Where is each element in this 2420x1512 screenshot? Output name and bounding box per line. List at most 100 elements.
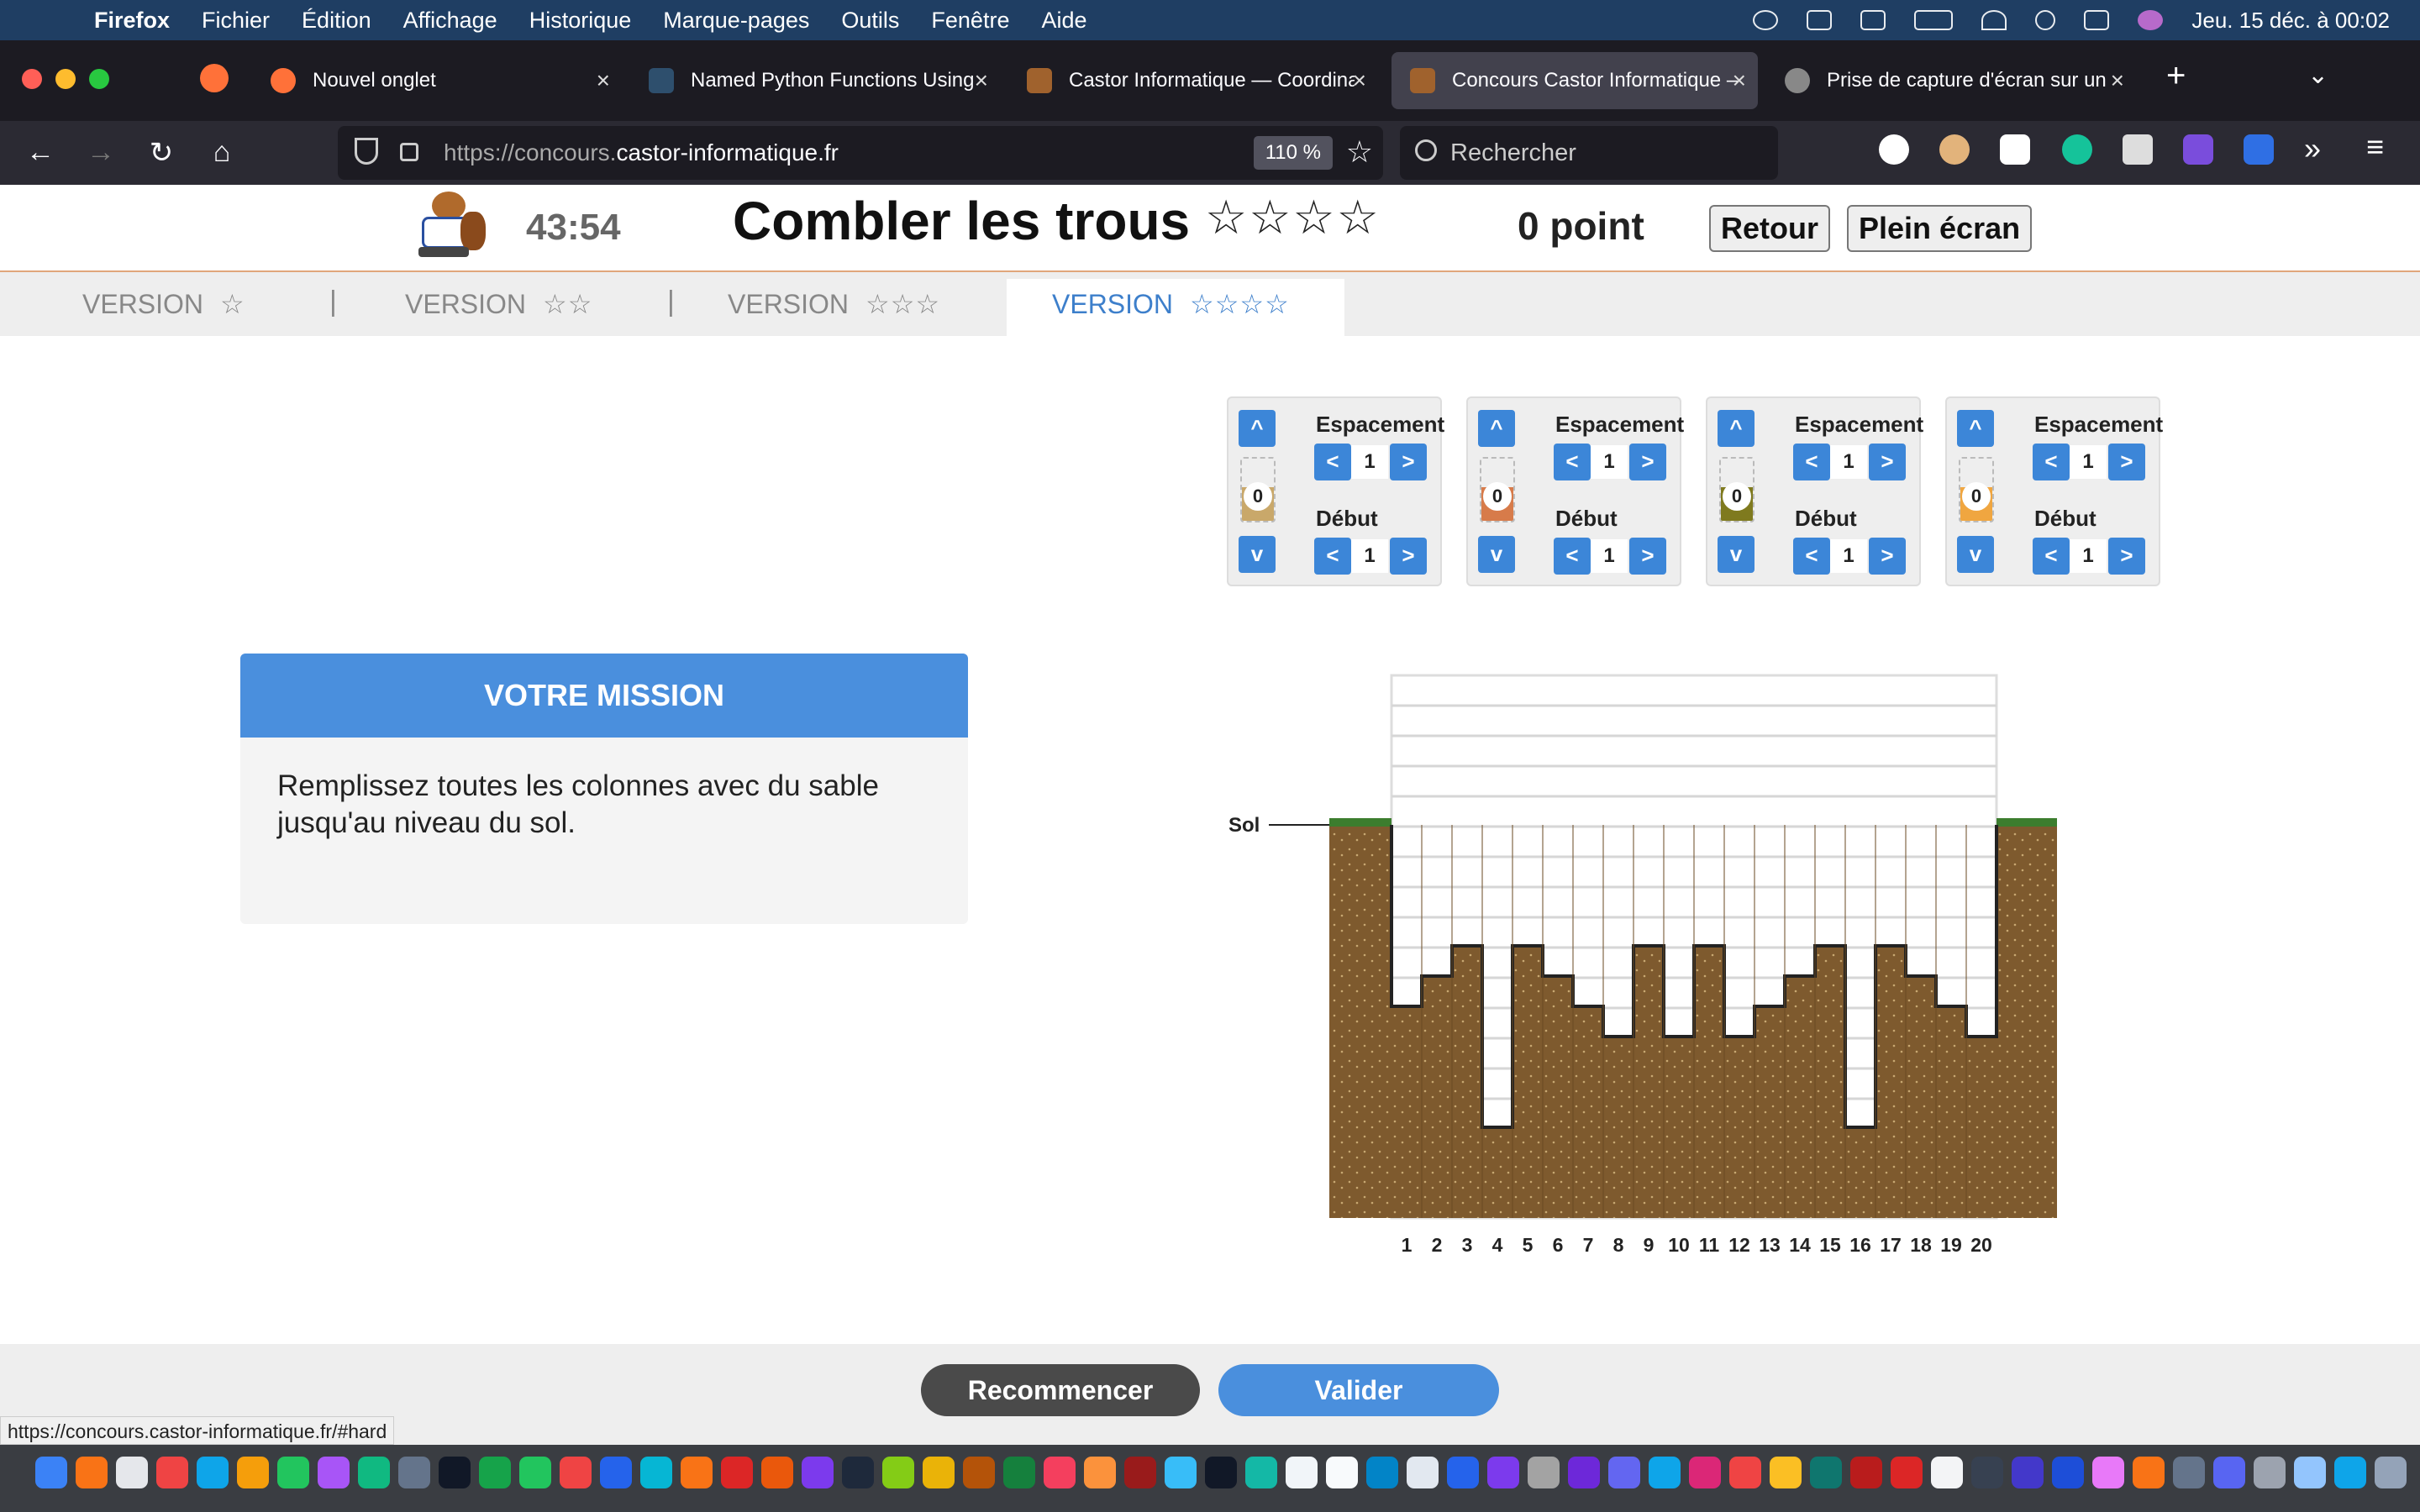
spacing-decrease-button[interactable]: <: [1314, 444, 1351, 480]
translate-extension-icon[interactable]: [2123, 134, 2153, 165]
dock-app-icon[interactable]: [1971, 1457, 2003, 1488]
close-tab-icon[interactable]: ×: [2111, 67, 2124, 94]
spacing-increase-button[interactable]: >: [1869, 444, 1906, 480]
start-decrease-button[interactable]: <: [2033, 538, 2070, 575]
dock-app-icon[interactable]: [2133, 1457, 2165, 1488]
dock-app-icon[interactable]: [156, 1457, 188, 1488]
spacing-increase-button[interactable]: >: [1390, 444, 1427, 480]
spacing-decrease-button[interactable]: <: [1793, 444, 1830, 480]
dock-app-icon[interactable]: [2012, 1457, 2044, 1488]
zoom-window-icon[interactable]: [89, 69, 109, 89]
dock-app-icon[interactable]: [2254, 1457, 2286, 1488]
close-tab-icon[interactable]: ×: [975, 67, 988, 94]
menu-outils[interactable]: Outils: [841, 8, 899, 34]
tab-version-2[interactable]: VERSION ☆☆: [405, 279, 592, 336]
dock-app-icon[interactable]: [2173, 1457, 2205, 1488]
bluetooth-icon[interactable]: [1860, 10, 1886, 30]
shield-icon[interactable]: [355, 138, 378, 165]
dock-app-icon[interactable]: [479, 1457, 511, 1488]
dock-app-icon[interactable]: [439, 1457, 471, 1488]
dock-app-icon[interactable]: [1003, 1457, 1035, 1488]
dock-app-icon[interactable]: [1124, 1457, 1156, 1488]
tab-named-python[interactable]: Named Python Functions Using ×: [630, 52, 1000, 109]
dock-app-icon[interactable]: [1245, 1457, 1277, 1488]
validate-button[interactable]: Valider: [1218, 1364, 1499, 1416]
dock-app-icon[interactable]: [1044, 1457, 1076, 1488]
zoom-level[interactable]: 110 %: [1253, 136, 1333, 170]
dock-app-icon[interactable]: [2375, 1457, 2407, 1488]
menu-marque-pages[interactable]: Marque-pages: [663, 8, 809, 34]
tab-capture-ecran[interactable]: Prise de capture d'écran sur un ×: [1766, 52, 2136, 109]
dock-app-icon[interactable]: [1689, 1457, 1721, 1488]
hamburger-menu-icon[interactable]: ≡: [2366, 129, 2384, 165]
close-tab-icon[interactable]: ×: [1733, 67, 1746, 94]
lock-icon[interactable]: [400, 143, 418, 161]
lower-dumper-button[interactable]: v: [1957, 536, 1994, 573]
start-decrease-button[interactable]: <: [1793, 538, 1830, 575]
pocket-icon[interactable]: [2000, 134, 2030, 165]
start-decrease-button[interactable]: <: [1554, 538, 1591, 575]
dock-app-icon[interactable]: [116, 1457, 148, 1488]
back-arrow-icon[interactable]: ←: [24, 136, 57, 169]
close-tab-icon[interactable]: ×: [1353, 67, 1366, 94]
dock-app-icon[interactable]: [1649, 1457, 1681, 1488]
menu-fenetre[interactable]: Fenêtre: [931, 8, 1009, 34]
dock-app-icon[interactable]: [197, 1457, 229, 1488]
list-tabs-chevron-icon[interactable]: ⌄: [2307, 60, 2328, 90]
lower-dumper-button[interactable]: v: [1718, 536, 1754, 573]
p-extension-icon[interactable]: [1879, 134, 1909, 165]
dock-app-icon[interactable]: [519, 1457, 551, 1488]
restart-button[interactable]: Recommencer: [921, 1364, 1200, 1416]
close-tab-icon[interactable]: ×: [597, 67, 610, 94]
dock-app-icon[interactable]: [237, 1457, 269, 1488]
start-increase-button[interactable]: >: [1390, 538, 1427, 575]
start-increase-button[interactable]: >: [2108, 538, 2145, 575]
lower-dumper-button[interactable]: v: [1478, 536, 1515, 573]
dock-app-icon[interactable]: [1528, 1457, 1560, 1488]
dock-app-icon[interactable]: [1770, 1457, 1802, 1488]
q-extension-icon[interactable]: [2244, 134, 2274, 165]
raise-dumper-button[interactable]: ^: [1239, 410, 1276, 447]
tab-concours-castor[interactable]: Concours Castor Informatique — ×: [1392, 52, 1758, 109]
dock-app-icon[interactable]: [2334, 1457, 2366, 1488]
close-window-icon[interactable]: [22, 69, 42, 89]
bookmark-star-icon[interactable]: ☆: [1346, 134, 1373, 170]
back-button[interactable]: Retour: [1709, 205, 1830, 252]
dock-app-icon[interactable]: [2213, 1457, 2245, 1488]
spotlight-icon[interactable]: [2035, 10, 2056, 30]
tab-version-3[interactable]: VERSION ☆☆☆: [728, 279, 940, 336]
dock-app-icon[interactable]: [1447, 1457, 1479, 1488]
mute-icon[interactable]: [1807, 10, 1833, 30]
dock-app-icon[interactable]: [398, 1457, 430, 1488]
grammarly-icon[interactable]: [2062, 134, 2092, 165]
url-bar[interactable]: https://concours.castor-informatique.fr …: [338, 126, 1383, 180]
raise-dumper-button[interactable]: ^: [1957, 410, 1994, 447]
dock-app-icon[interactable]: [1205, 1457, 1237, 1488]
dock-app-icon[interactable]: [1810, 1457, 1842, 1488]
dock-app-icon[interactable]: [2294, 1457, 2326, 1488]
firefox-view-icon[interactable]: [200, 64, 229, 92]
dock-app-icon[interactable]: [1608, 1457, 1640, 1488]
menu-edition[interactable]: Édition: [302, 8, 371, 34]
avatar-extension-icon[interactable]: [1939, 134, 1970, 165]
menu-aide[interactable]: Aide: [1041, 8, 1086, 34]
dock-app-icon[interactable]: [1487, 1457, 1519, 1488]
dock-app-icon[interactable]: [640, 1457, 672, 1488]
start-increase-button[interactable]: >: [1869, 538, 1906, 575]
dock-app-icon[interactable]: [1165, 1457, 1197, 1488]
reload-icon[interactable]: ↻: [145, 136, 178, 170]
minimize-window-icon[interactable]: [55, 69, 76, 89]
dock-app-icon[interactable]: [1084, 1457, 1116, 1488]
start-increase-button[interactable]: >: [1629, 538, 1666, 575]
dock-app-icon[interactable]: [600, 1457, 632, 1488]
dock-app-icon[interactable]: [963, 1457, 995, 1488]
raise-dumper-button[interactable]: ^: [1478, 410, 1515, 447]
fullscreen-button[interactable]: Plein écran: [1847, 205, 2033, 252]
dock-app-icon[interactable]: [2092, 1457, 2124, 1488]
dock-app-icon[interactable]: [1891, 1457, 1923, 1488]
dock-app-icon[interactable]: [35, 1457, 67, 1488]
tab-version-1[interactable]: VERSION ☆: [82, 279, 245, 336]
dock-app-icon[interactable]: [1366, 1457, 1398, 1488]
dock-app-icon[interactable]: [318, 1457, 350, 1488]
dock-app-icon[interactable]: [1407, 1457, 1439, 1488]
